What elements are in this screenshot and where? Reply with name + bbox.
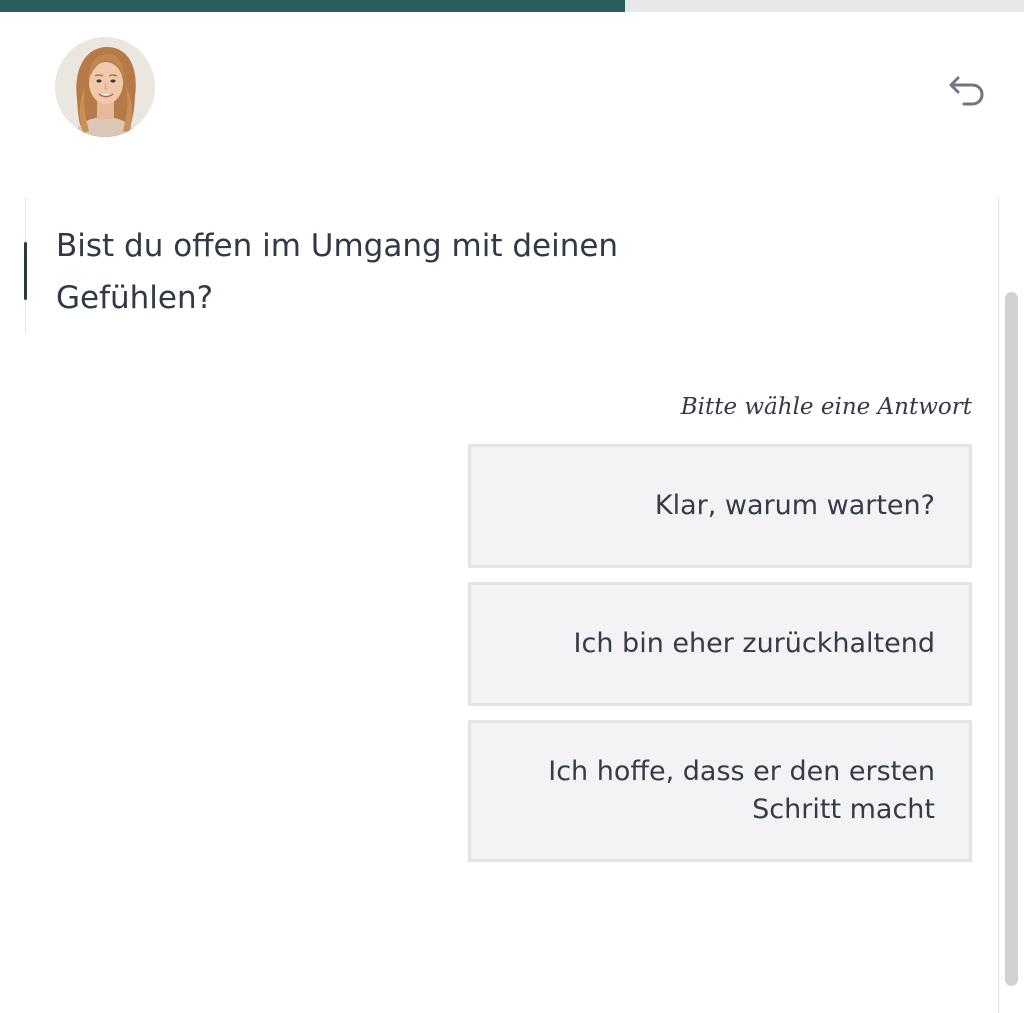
scrollbar-thumb[interactable]	[1005, 292, 1018, 986]
progress-bar	[0, 0, 1024, 12]
answer-option-3[interactable]: Ich hoffe, dass er den ersten Schritt ma…	[468, 720, 972, 862]
question-text: Bist du offen im Umgang mit deinen Gefüh…	[56, 228, 619, 316]
quiz-screen: Bist du offen im Umgang mit deinen Gefüh…	[0, 0, 1024, 1013]
question-accent	[24, 242, 27, 300]
scrollbar-track	[998, 197, 999, 1013]
back-button[interactable]	[940, 64, 992, 116]
answer-option-label: Ich hoffe, dass er den ersten Schritt ma…	[548, 756, 935, 825]
answer-option-label: Klar, warum warten?	[654, 490, 935, 521]
answer-hint: Bitte wähle eine Antwort	[680, 394, 972, 420]
answer-option-2[interactable]: Ich bin eher zurückhaltend	[468, 582, 972, 706]
answer-option-1[interactable]: Klar, warum warten?	[468, 444, 972, 568]
progress-bar-fill	[0, 0, 625, 12]
avatar	[55, 37, 155, 137]
answer-option-label: Ich bin eher zurückhaltend	[573, 628, 935, 659]
portrait-avatar-icon	[55, 37, 155, 137]
undo-arrow-icon	[949, 76, 984, 106]
